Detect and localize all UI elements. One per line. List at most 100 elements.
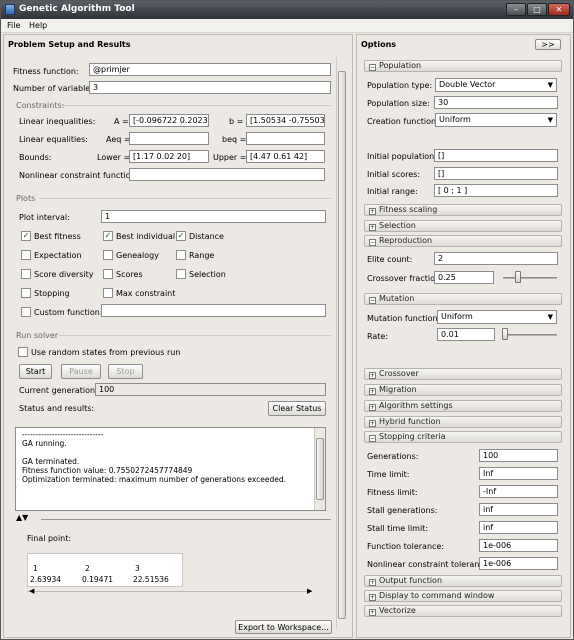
time-limit-label: Time limit:: [367, 470, 410, 479]
range-checkbox[interactable]: [176, 250, 186, 260]
upper-bounds-input[interactable]: [4.47 0.61 42]: [246, 150, 325, 163]
start-button[interactable]: Start: [19, 364, 52, 379]
expand-icon: +: [369, 404, 376, 411]
status-scroll-thumb[interactable]: [316, 438, 324, 500]
initial-scores-label: Initial scores:: [367, 170, 421, 179]
output-function-section-header[interactable]: + Output function: [364, 575, 562, 587]
function-tolerance-input[interactable]: 1e-006: [479, 539, 558, 552]
maximize-button[interactable]: □: [527, 3, 547, 16]
final-point-hscroll[interactable]: [27, 591, 312, 592]
crossover-fraction-slider-thumb[interactable]: [515, 271, 521, 283]
status-line: GA running.: [22, 439, 67, 448]
mutation-rate-input[interactable]: 0.01: [437, 328, 495, 341]
max-constraint-checkbox[interactable]: [103, 288, 113, 298]
crossover-fraction-input[interactable]: 0.25: [434, 271, 494, 284]
stall-time-limit-input[interactable]: inf: [479, 521, 558, 534]
splitter-line: [41, 519, 331, 520]
custom-function-input[interactable]: [101, 304, 326, 317]
mutation-section-header[interactable]: − Mutation: [364, 293, 562, 305]
beq-input[interactable]: [246, 132, 325, 145]
export-workspace-button[interactable]: Export to Workspace...: [235, 620, 332, 634]
expectation-checkbox[interactable]: [21, 250, 31, 260]
final-point-value: 2.63934: [30, 575, 62, 584]
window-title: Genetic Algorithm Tool: [19, 4, 135, 14]
selection-checkbox[interactable]: [176, 269, 186, 279]
nonlinear-constraint-input[interactable]: [129, 168, 325, 181]
creation-function-select[interactable]: Uniform ▼: [435, 113, 557, 127]
stopping-checkbox[interactable]: [21, 288, 31, 298]
hscroll-left-icon[interactable]: ◀: [29, 587, 34, 595]
nvars-input[interactable]: 3: [89, 81, 331, 94]
stall-time-limit-label: Stall time limit:: [367, 524, 429, 533]
constraints-divider: [61, 105, 331, 106]
plots-divider: [39, 198, 331, 199]
random-states-checkbox[interactable]: [18, 347, 28, 357]
close-button[interactable]: ✕: [548, 3, 570, 16]
display-section-header[interactable]: + Display to command window: [364, 590, 562, 602]
a-matrix-input[interactable]: [-0.096722 0.202364 0.: [129, 114, 209, 127]
mutation-function-select[interactable]: Uniform ▼: [437, 310, 557, 324]
stopping-criteria-section-header[interactable]: − Stopping criteria: [364, 431, 562, 443]
population-size-label: Population size:: [367, 99, 430, 108]
selection-section-header[interactable]: + Selection: [364, 220, 562, 232]
collapse-options-button[interactable]: >>: [535, 39, 561, 50]
hscroll-right-icon[interactable]: ▶: [307, 587, 312, 595]
aeq-input[interactable]: [129, 132, 209, 145]
status-scrollbar[interactable]: [314, 428, 325, 510]
lower-bounds-input[interactable]: [1.17 0.02 20]: [129, 150, 209, 163]
mutation-rate-slider-thumb[interactable]: [502, 328, 509, 340]
distance-checkbox[interactable]: ✓: [176, 231, 186, 241]
clear-status-button[interactable]: Clear Status: [268, 401, 326, 416]
population-type-select[interactable]: Double Vector ▼: [435, 78, 557, 92]
population-size-input[interactable]: 30: [434, 96, 558, 109]
genealogy-checkbox[interactable]: [103, 250, 113, 260]
plots-group-label: Plots: [16, 194, 36, 203]
initial-population-input[interactable]: []: [434, 149, 558, 162]
linear-equalities-label: Linear equalities:: [19, 135, 88, 144]
final-point-header: 1: [33, 564, 38, 573]
crossover-fraction-slider[interactable]: [503, 277, 557, 279]
expand-icon: +: [369, 609, 376, 616]
expand-icon: +: [369, 420, 376, 427]
b-vector-input[interactable]: [1.50534 -0.755034]: [246, 114, 325, 127]
menu-file[interactable]: File: [7, 21, 20, 30]
population-section-header[interactable]: − Population: [364, 60, 562, 72]
bounds-label: Bounds:: [19, 153, 52, 162]
run-solver-group-label: Run solver: [16, 331, 59, 340]
mutation-rate-slider[interactable]: [502, 334, 557, 336]
generations-input[interactable]: 100: [479, 449, 558, 462]
options-panel-header: Options: [361, 40, 397, 49]
scores-checkbox[interactable]: [103, 269, 113, 279]
stop-button[interactable]: Stop: [108, 364, 143, 379]
hybrid-function-section-header[interactable]: + Hybrid function: [364, 416, 562, 428]
migration-section-header[interactable]: + Migration: [364, 384, 562, 396]
menu-help[interactable]: Help: [29, 21, 47, 30]
app-icon: [5, 4, 15, 15]
best-fitness-checkbox[interactable]: ✓: [21, 231, 31, 241]
reproduction-section-header[interactable]: − Reproduction: [364, 235, 562, 247]
vectorize-section-header[interactable]: + Vectorize: [364, 605, 562, 617]
best-individual-checkbox[interactable]: ✓: [103, 231, 113, 241]
fitness-scaling-section-header[interactable]: + Fitness scaling: [364, 204, 562, 216]
app-window: Genetic Algorithm Tool – □ ✕ File Help P…: [0, 0, 574, 640]
fitness-limit-input[interactable]: -Inf: [479, 485, 558, 498]
left-panel-scroll-thumb[interactable]: [338, 71, 346, 619]
pause-button[interactable]: Pause: [61, 364, 101, 379]
score-diversity-checkbox[interactable]: [21, 269, 31, 279]
minimize-button[interactable]: –: [506, 3, 526, 16]
fitness-input[interactable]: @primjer: [89, 63, 331, 76]
splitter-arrows-icon[interactable]: ▲▼: [16, 513, 28, 522]
custom-function-checkbox[interactable]: [21, 307, 31, 317]
algorithm-settings-section-header[interactable]: + Algorithm settings: [364, 400, 562, 412]
stall-generations-input[interactable]: inf: [479, 503, 558, 516]
initial-range-input[interactable]: [ 0 ; 1 ]: [434, 184, 558, 197]
time-limit-input[interactable]: Inf: [479, 467, 558, 480]
initial-scores-input[interactable]: []: [434, 167, 558, 180]
crossover-section-header[interactable]: + Crossover: [364, 368, 562, 380]
plot-interval-input[interactable]: 1: [101, 210, 326, 223]
fitness-label: Fitness function:: [13, 67, 79, 76]
expand-icon: +: [369, 208, 376, 215]
nonlinear-tolerance-input[interactable]: 1e-006: [479, 557, 558, 570]
elite-count-input[interactable]: 2: [434, 252, 558, 265]
left-panel-scrollbar[interactable]: [336, 57, 347, 629]
